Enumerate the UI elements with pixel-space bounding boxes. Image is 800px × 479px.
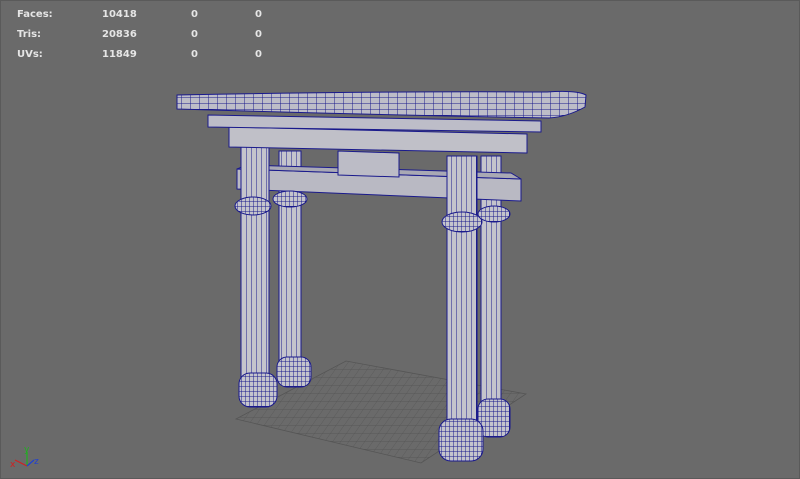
- pillar-base-back-left: [276, 356, 312, 388]
- pillar-front-right: [446, 155, 478, 427]
- pillar-collar-back-right: [477, 205, 511, 223]
- axis-label-z: z: [34, 457, 39, 467]
- pillar-base-front-right: [438, 418, 484, 462]
- pillar-front-left: [240, 145, 270, 382]
- axis-gizmo: y x z: [10, 445, 39, 470]
- pillar-base-front-left: [238, 372, 278, 408]
- axis-label-x: x: [10, 460, 16, 470]
- viewport-scene[interactable]: y x z: [1, 1, 799, 478]
- perspective-viewport[interactable]: Faces: 10418 0 0 Tris: 20836 0 0 UVs: 11…: [0, 0, 800, 479]
- gakuzuka-center-post: [337, 150, 400, 178]
- kasagi-top-beam: [176, 90, 587, 119]
- axis-label-y: y: [24, 445, 30, 455]
- pillar-collar-front-right: [441, 211, 483, 233]
- pillar-collar-front-left: [234, 196, 272, 216]
- pillar-collar-back-left: [272, 190, 308, 208]
